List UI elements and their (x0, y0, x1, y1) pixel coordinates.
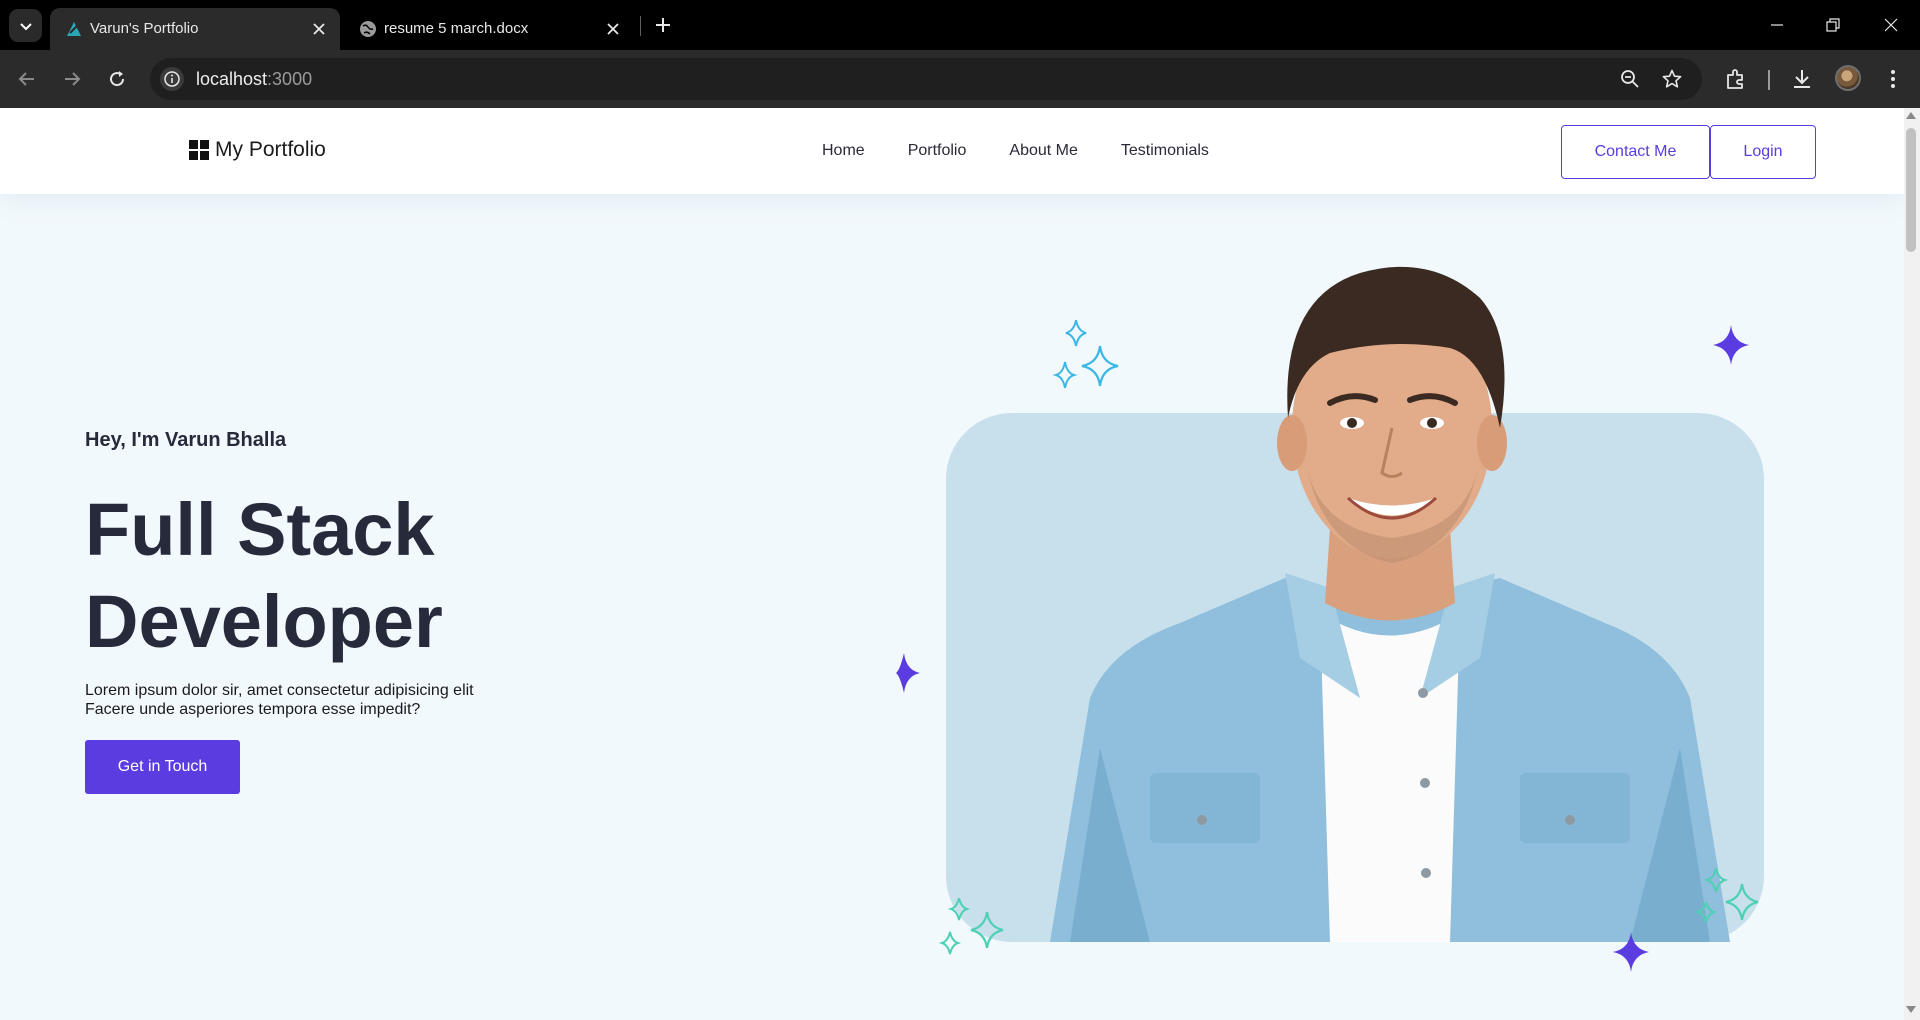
close-icon (1884, 18, 1898, 32)
window-close-button[interactable] (1876, 10, 1906, 40)
logo-grid-icon (189, 140, 209, 160)
nav-testimonials[interactable]: Testimonials (1121, 142, 1209, 160)
hero-title-line-1: Full Stack (85, 488, 435, 571)
portfolio-favicon (67, 22, 81, 36)
zoom-button[interactable] (1617, 66, 1643, 92)
scroll-down-arrow[interactable] (1906, 1006, 1916, 1013)
url-host: localhost (196, 69, 268, 89)
profile-avatar[interactable] (1835, 65, 1861, 91)
site-info-button[interactable] (160, 67, 184, 91)
back-icon (18, 72, 34, 86)
hero-description: Lorem ipsum dolor sir, amet consectetur … (85, 681, 505, 719)
sparkle-icon (1694, 868, 1759, 923)
tab-varuns-portfolio[interactable]: Varun's Portfolio (50, 8, 340, 50)
minimize-button[interactable] (1762, 10, 1792, 40)
globe-icon (360, 21, 376, 37)
download-icon (1794, 70, 1810, 88)
login-button[interactable]: Login (1710, 125, 1816, 179)
hero-description-line-2: Facere unde asperiores tempora esse impe… (85, 701, 421, 718)
forward-button[interactable] (55, 62, 89, 96)
url-text[interactable]: localhost:3000 (196, 69, 312, 90)
nav-home[interactable]: Home (822, 142, 865, 160)
browser-tab-bar: Varun's Portfolio resume 5 march.docx (0, 0, 1920, 50)
hero-description-line-1: Lorem ipsum dolor sir, amet consectetur … (85, 682, 474, 699)
url-port: :3000 (267, 69, 313, 89)
toolbar-separator (1768, 70, 1770, 90)
hero-title-line-2: Developer (85, 580, 443, 663)
reload-button[interactable] (100, 62, 134, 96)
contact-me-button[interactable]: Contact Me (1561, 125, 1710, 179)
site-header: My Portfolio Home Portfolio About Me Tes… (0, 108, 1904, 194)
close-tab-button[interactable] (308, 18, 330, 40)
info-icon (164, 71, 180, 87)
tab-resume[interactable]: resume 5 march.docx (344, 8, 634, 50)
sparkle-icon (1052, 320, 1119, 389)
extensions-icon (1727, 69, 1743, 89)
scroll-up-arrow[interactable] (1906, 112, 1916, 119)
tab-title: Varun's Portfolio (90, 20, 199, 37)
forward-icon (65, 72, 81, 86)
nav-about-me[interactable]: About Me (1009, 142, 1077, 160)
get-in-touch-button[interactable]: Get in Touch (85, 740, 240, 794)
downloads-button[interactable] (1787, 64, 1817, 94)
star-icon (1662, 69, 1682, 88)
sparkle-icon (1713, 325, 1749, 365)
extensions-button[interactable] (1721, 64, 1751, 94)
tab-separator (640, 16, 641, 36)
minimize-icon (1771, 24, 1783, 26)
tab-title: resume 5 march.docx (384, 20, 529, 37)
bookmark-button[interactable] (1659, 66, 1685, 92)
tab-list-icon (19, 22, 32, 30)
plus-icon (656, 18, 670, 32)
close-icon (607, 23, 619, 35)
new-tab-button[interactable] (650, 12, 676, 38)
menu-icon (1891, 70, 1895, 88)
logo-text: My Portfolio (215, 138, 326, 161)
browser-menu-button[interactable] (1878, 64, 1908, 94)
back-button[interactable] (10, 62, 44, 96)
portfolio-page: My Portfolio Home Portfolio About Me Tes… (0, 108, 1904, 1020)
browser-toolbar: localhost:3000 (0, 50, 1920, 108)
zoom-icon (1621, 70, 1639, 88)
close-icon (313, 23, 325, 35)
main-nav: Home Portfolio About Me Testimonials (822, 142, 1209, 160)
hero-title: Full Stack Developer (85, 484, 443, 668)
sparkle-icon (1613, 932, 1649, 972)
scrollbar-thumb[interactable] (1906, 128, 1916, 252)
tab-search-button[interactable] (9, 9, 42, 42)
address-bar[interactable]: localhost:3000 (150, 58, 1702, 100)
reload-icon (110, 71, 125, 87)
restore-icon (1826, 18, 1840, 32)
close-tab-button[interactable] (602, 18, 624, 40)
sparkle-icon (938, 898, 1004, 955)
restore-button[interactable] (1818, 10, 1848, 40)
site-logo[interactable]: My Portfolio (189, 138, 326, 162)
nav-portfolio[interactable]: Portfolio (908, 142, 967, 160)
hero-portrait (1050, 266, 1730, 942)
hero-greeting: Hey, I'm Varun Bhalla (85, 429, 287, 451)
sparkle-icon (896, 653, 920, 693)
